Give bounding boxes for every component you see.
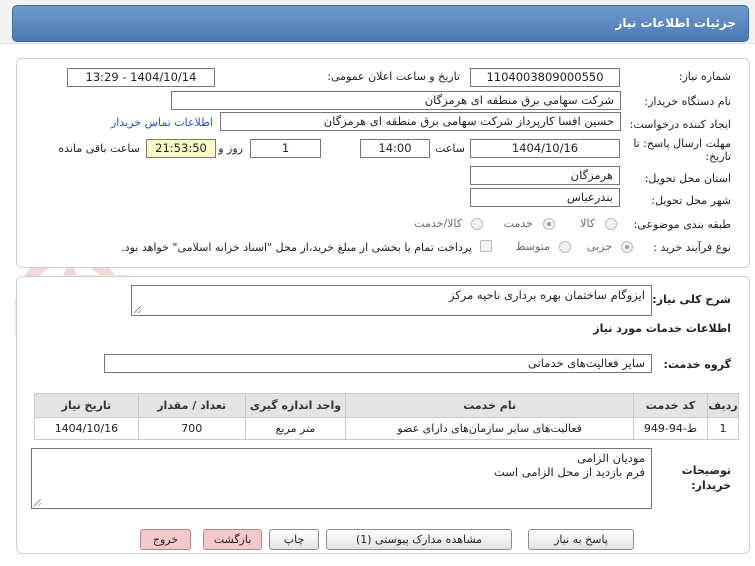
col-need-date: تاریخ نیاز [34,393,139,418]
notes-line-1: مودیان الزامی [576,451,645,465]
city-label: شهر محل تحویل: [651,194,731,207]
cell-quantity: 700 [137,417,246,440]
need-info-panel [16,58,750,268]
creator-label: ایجاد کننده درخواست: [629,118,731,131]
category-radio-service[interactable] [543,218,555,230]
remaining-label: ساعت باقی مانده [58,142,140,155]
announce-field: 1404/10/14 - 13:29 [67,68,215,87]
process-option-minor: جزیی [586,240,612,253]
back-button[interactable]: بازگشت [203,529,262,550]
city-field: بندرعباس [470,188,620,207]
cell-row-number: 1 [706,417,740,440]
category-option-goods: کالا [580,217,595,230]
service-group-field: سایر فعالیت‌های خدماتی [104,354,652,373]
table-header-row: ردیف کد خدمت نام خدمت واحد اندازه گیری ت… [34,393,740,418]
need-number-field: 1104003809000550 [470,68,620,87]
process-radio-medium[interactable] [559,241,571,253]
buyer-field: شرکت سهامی برق منطقه ای هرمزگان [171,91,621,110]
deadline-label-1: مهلت ارسال پاسخ: تا [633,137,731,150]
title-tab: جزئیات اطلاعات نیاز [12,5,749,42]
province-field: هرمزگان [470,166,620,185]
announce-label: تاریخ و ساعت اعلان عمومی: [327,70,460,83]
cell-service-code: ط-94-949 [632,417,708,440]
table-row: 1 ط-94-949 فعالیت‌های سایر سازمان‌های دا… [34,417,740,440]
print-button[interactable]: چاپ [269,529,319,550]
title-bar: جزئیات اطلاعات نیاز [0,0,755,44]
service-group-label: گروه خدمت: [663,358,731,371]
days-label: روز و [218,142,243,155]
notes-field: مودیان الزامی فرم بازدید از محل الزامی ا… [31,448,652,509]
deadline-date-field: 1404/10/16 [470,139,620,158]
col-service-name: نام خدمت [345,393,634,418]
category-label: طبقه بندی موضوعی: [633,218,731,231]
buyer-label: نام دستگاه خریدار: [644,95,731,108]
page-title: جزئیات اطلاعات نیاز [615,16,736,30]
summary-text: ایزوگام ساختمان بهره برداری ناحیه مرکز [448,288,645,302]
process-radio-minor[interactable] [621,241,633,253]
col-quantity: تعداد / مقدار [137,393,246,418]
deadline-time-field: 14:00 [360,139,430,158]
cell-service-name: فعالیت‌های سایر سازمان‌های دارای عضو [345,417,634,440]
days-field: 1 [250,139,321,158]
buyer-contact-link[interactable]: اطلاعات تماس خریدار [111,116,213,129]
category-radio-goods-service[interactable] [471,218,483,230]
need-number-label: شماره نیاز: [678,70,731,83]
col-unit: واحد اندازه گیری [244,393,347,418]
category-option-service: خدمت [503,217,533,230]
remaining-time-field: 21:53:50 [146,139,216,158]
notes-label-2: خریدار: [691,479,731,492]
services-section-title: اطلاعات خدمات مورد نیاز [593,322,731,335]
resize-handle[interactable] [34,499,41,506]
summary-field: ایزوگام ساختمان بهره برداری ناحیه مرکز [131,285,652,316]
resize-handle[interactable] [134,306,141,313]
services-table: ردیف کد خدمت نام خدمت واحد اندازه گیری ت… [34,393,740,440]
cell-unit: متر مربع [244,417,347,440]
deadline-time-label: ساعت [435,142,465,155]
process-option-medium: متوسط [515,240,550,253]
treasury-checkbox[interactable] [480,240,492,252]
exit-button[interactable]: خروج [140,529,191,550]
category-radio-goods[interactable] [605,218,617,230]
col-service-code: کد خدمت [632,393,708,418]
cell-need-date: 1404/10/16 [34,417,139,440]
payment-note: پرداخت تمام یا بخشی از مبلغ خرید،از محل … [121,241,472,254]
notes-line-2: فرم بازدید از محل الزامی است [493,465,645,479]
col-row-number: ردیف [706,393,740,418]
province-label: استان محل تحویل: [644,172,731,185]
notes-label-1: توضیحات [681,464,731,477]
attachments-button[interactable]: مشاهده مدارک پیوستی (1) [326,529,512,550]
process-label: نوع فرآیند خرید : [653,241,731,254]
creator-field: حسین افسا کارپرداز شرکت سهامی برق منطقه … [220,112,621,131]
category-option-goods-service: کالا/خدمت [414,217,462,230]
reply-button[interactable]: پاسخ به نیاز [528,529,634,550]
summary-label: شرح کلی نیاز: [652,293,731,306]
deadline-label-2: تاریخ: [705,150,731,163]
